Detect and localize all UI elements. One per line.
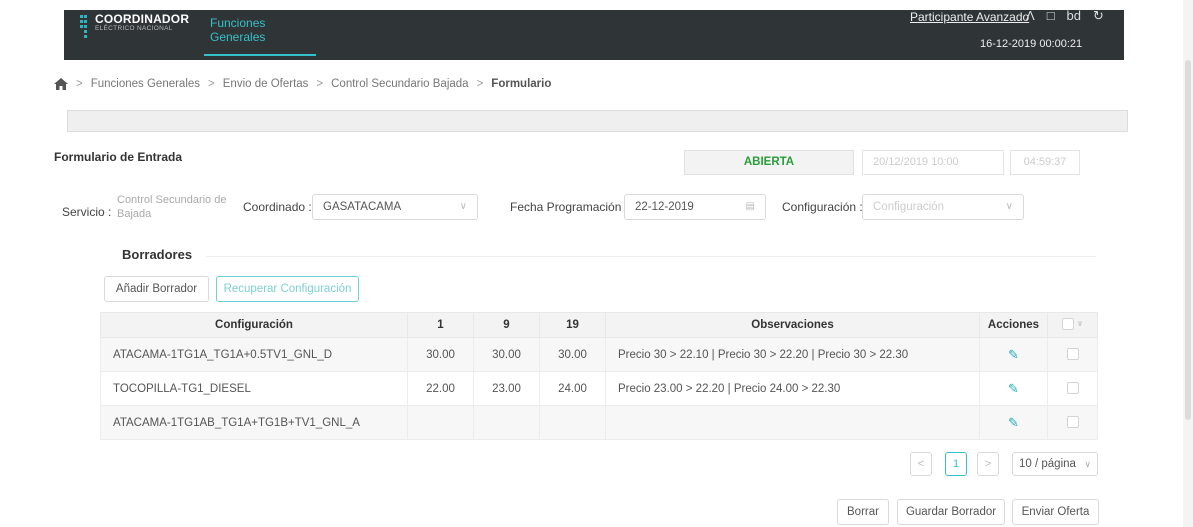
chevron-down-icon[interactable]: ∨ bbox=[1077, 319, 1084, 328]
vertical-scrollbar[interactable] bbox=[1183, 0, 1193, 527]
cell-hour-19: 30.00 bbox=[539, 337, 606, 372]
column-header-select: ∨ bbox=[1047, 312, 1098, 338]
nav-tab-active-indicator bbox=[204, 54, 316, 56]
logo-subtitle: ELÉCTRICO NACIONAL bbox=[95, 25, 173, 32]
column-header-observaciones: Observaciones bbox=[605, 312, 980, 338]
cell-observaciones: Precio 23.00 > 22.20 | Precio 24.00 > 22… bbox=[605, 371, 980, 406]
edit-icon[interactable]: ✎ bbox=[1008, 415, 1019, 430]
cell-acciones: ✎ bbox=[979, 405, 1048, 440]
user-icon[interactable]: Ʌ bbox=[1026, 8, 1035, 24]
chevron-down-icon: ∨ bbox=[1084, 459, 1091, 469]
calendar-icon: ▤ bbox=[745, 201, 755, 212]
coordinado-label: Coordinado : bbox=[243, 200, 312, 214]
drafts-table: Configuración 1 9 19 Observaciones Accio… bbox=[100, 312, 1098, 440]
breadcrumb-separator: > bbox=[476, 78, 484, 90]
message-bar bbox=[67, 110, 1128, 132]
config-placeholder: Configuración bbox=[873, 201, 944, 213]
logo[interactable]: COORDINADOR ELÉCTRICO NACIONAL bbox=[80, 13, 189, 45]
row-checkbox[interactable] bbox=[1066, 382, 1079, 395]
page-size-select[interactable]: 10 / página ∨ bbox=[1012, 452, 1098, 476]
scrollbar-thumb[interactable] bbox=[1185, 60, 1191, 420]
logo-title: COORDINADOR bbox=[95, 12, 190, 26]
edit-icon[interactable]: ✎ bbox=[1008, 347, 1019, 362]
form-title: Formulario de Entrada bbox=[54, 150, 183, 164]
cell-select bbox=[1047, 337, 1098, 372]
table-row: ATACAMA-1TG1A_TG1A+0.5TV1_GNL_D 30.00 30… bbox=[100, 337, 1098, 372]
cell-select bbox=[1047, 405, 1098, 440]
breadcrumb-separator: > bbox=[208, 78, 215, 90]
save-draft-button[interactable]: Guardar Borrador bbox=[897, 499, 1005, 525]
coordinado-value: GASATACAMA bbox=[323, 201, 402, 213]
breadcrumb-separator: > bbox=[316, 78, 324, 90]
user-name-link[interactable]: Participante Avanzado bbox=[910, 10, 1029, 24]
breadcrumb-current: Formulario bbox=[491, 78, 552, 90]
service-label: Servicio : bbox=[62, 205, 112, 219]
column-header-hour-9: 9 bbox=[473, 312, 540, 338]
pagination-next-button[interactable]: > bbox=[977, 452, 999, 476]
send-offer-button[interactable]: Enviar Oferta bbox=[1012, 499, 1099, 525]
cell-hour-19: 24.00 bbox=[539, 371, 606, 406]
row-checkbox[interactable] bbox=[1066, 348, 1079, 361]
cell-hour-9: 23.00 bbox=[473, 371, 540, 406]
recover-config-button[interactable]: Recuperar Configuración bbox=[216, 276, 359, 302]
section-divider bbox=[206, 256, 1096, 257]
config-label: Configuración : bbox=[782, 200, 863, 214]
cell-hour-1: 30.00 bbox=[407, 337, 474, 372]
cell-hour-9 bbox=[473, 405, 540, 440]
server-clock: 16-12-2019 00:00:21 bbox=[980, 38, 1083, 50]
breadcrumb: > Funciones Generales > Envio de Ofertas… bbox=[54, 78, 551, 90]
add-draft-button[interactable]: Añadir Borrador bbox=[104, 276, 209, 302]
cell-observaciones bbox=[605, 405, 980, 440]
pagination-prev-button[interactable]: < bbox=[910, 452, 932, 476]
cell-acciones: ✎ bbox=[979, 371, 1048, 406]
chevron-down-icon: ∨ bbox=[1005, 201, 1013, 212]
bell-icon[interactable]: □ bbox=[1047, 8, 1055, 24]
coordinado-select[interactable]: GASATACAMA ∨ bbox=[312, 194, 478, 220]
fecha-date-picker[interactable]: 22-12-2019 ▤ bbox=[624, 194, 766, 220]
cell-hour-19 bbox=[539, 405, 606, 440]
nav-tab-funciones-generales[interactable]: Funciones Generales bbox=[204, 10, 316, 56]
cell-hour-1: 22.00 bbox=[407, 371, 474, 406]
countdown-timer: 04:59:37 bbox=[1010, 150, 1080, 175]
fecha-value: 22-12-2019 bbox=[635, 201, 694, 213]
table-header-row: Configuración 1 9 19 Observaciones Accio… bbox=[100, 312, 1098, 338]
cell-configuracion: ATACAMA-1TG1A_TG1A+0.5TV1_GNL_D bbox=[100, 337, 408, 372]
service-value: Control Secundario de Bajada bbox=[117, 194, 227, 220]
delete-button[interactable]: Borrar bbox=[837, 499, 889, 525]
row-checkbox[interactable] bbox=[1066, 416, 1079, 429]
pagination-page-1[interactable]: 1 bbox=[945, 452, 967, 476]
breadcrumb-item[interactable]: Envio de Ofertas bbox=[223, 78, 309, 90]
logo-mark-icon bbox=[80, 13, 90, 45]
column-header-hour-1: 1 bbox=[407, 312, 474, 338]
breadcrumb-item[interactable]: Control Secundario Bajada bbox=[331, 78, 468, 90]
top-icons: Ʌ □ bd ↻ bbox=[1026, 8, 1104, 24]
home-icon[interactable] bbox=[54, 78, 68, 90]
column-header-hour-19: 19 bbox=[539, 312, 606, 338]
breadcrumb-separator: > bbox=[76, 78, 83, 90]
cell-configuracion: TOCOPILLA-TG1_DIESEL bbox=[100, 371, 408, 406]
cell-select bbox=[1047, 371, 1098, 406]
config-select[interactable]: Configuración ∨ bbox=[862, 194, 1024, 220]
table-row: TOCOPILLA-TG1_DIESEL 22.00 23.00 24.00 P… bbox=[100, 371, 1098, 406]
table-row: ATACAMA-1TG1AB_TG1A+TG1B+TV1_GNL_A ✎ bbox=[100, 405, 1098, 440]
language-icon[interactable]: bd bbox=[1067, 8, 1081, 24]
column-header-configuracion[interactable]: Configuración bbox=[100, 312, 408, 338]
chevron-down-icon: ∨ bbox=[459, 201, 467, 212]
edit-icon[interactable]: ✎ bbox=[1008, 381, 1019, 396]
select-all-checkbox[interactable] bbox=[1061, 317, 1074, 330]
top-navbar: COORDINADOR ELÉCTRICO NACIONAL Funciones… bbox=[64, 8, 1124, 60]
column-header-acciones: Acciones bbox=[979, 312, 1048, 338]
cell-observaciones: Precio 30 > 22.10 | Precio 30 > 22.20 | … bbox=[605, 337, 980, 372]
fecha-label: Fecha Programación : bbox=[510, 200, 629, 214]
breadcrumb-item[interactable]: Funciones Generales bbox=[91, 78, 200, 90]
drafts-title: Borradores bbox=[122, 247, 193, 262]
close-date-field: 20/12/2019 10:00 bbox=[862, 150, 1004, 175]
logout-icon[interactable]: ↻ bbox=[1093, 8, 1104, 24]
page-size-value: 10 / página bbox=[1019, 458, 1076, 470]
cell-hour-9: 30.00 bbox=[473, 337, 540, 372]
cell-acciones: ✎ bbox=[979, 337, 1048, 372]
cell-configuracion: ATACAMA-1TG1AB_TG1A+TG1B+TV1_GNL_A bbox=[100, 405, 408, 440]
status-badge: ABIERTA bbox=[684, 150, 854, 175]
cell-hour-1 bbox=[407, 405, 474, 440]
